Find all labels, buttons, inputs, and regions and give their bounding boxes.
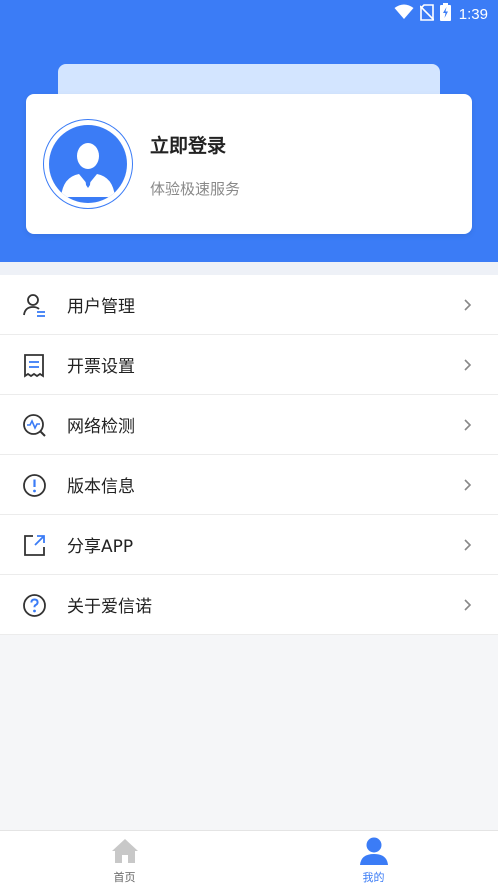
- wifi-icon: [394, 4, 414, 24]
- status-time: 1:39: [458, 5, 488, 23]
- section-divider: [0, 262, 498, 275]
- tab-home[interactable]: 首页: [0, 831, 249, 885]
- network-check-icon: [22, 413, 47, 438]
- battery-charging-icon: [439, 3, 451, 25]
- help-icon: [22, 593, 47, 618]
- menu-label: 网络检测: [67, 417, 135, 437]
- chevron-right-icon: [463, 596, 473, 614]
- chevron-right-icon: [463, 536, 473, 554]
- menu-label: 分享APP: [67, 537, 134, 557]
- menu-item-invoice-settings[interactable]: 开票设置: [0, 335, 498, 395]
- tab-label: 我的: [362, 871, 385, 884]
- header-banner: 1:39 立即登录 体验极速服务: [0, 0, 498, 262]
- settings-menu: 用户管理 开票设置 网络检测 版本信息 分享APP 关于爱信诺: [0, 275, 498, 635]
- chevron-right-icon: [463, 476, 473, 494]
- user-manage-icon: [22, 293, 47, 318]
- chevron-right-icon: [463, 356, 473, 374]
- chevron-right-icon: [463, 296, 473, 314]
- user-avatar-icon: [49, 125, 127, 203]
- menu-item-version-info[interactable]: 版本信息: [0, 455, 498, 515]
- login-subtitle: 体验极速服务: [150, 180, 241, 198]
- menu-label: 开票设置: [67, 357, 135, 377]
- menu-label: 版本信息: [67, 477, 135, 497]
- menu-item-about[interactable]: 关于爱信诺: [0, 575, 498, 635]
- no-sim-icon: [419, 3, 435, 25]
- share-icon: [22, 533, 47, 558]
- login-title[interactable]: 立即登录: [150, 131, 226, 158]
- menu-item-user-manage[interactable]: 用户管理: [0, 275, 498, 335]
- tab-mine[interactable]: 我的: [249, 831, 498, 885]
- info-icon: [22, 473, 47, 498]
- avatar[interactable]: [43, 119, 133, 209]
- tab-label: 首页: [113, 871, 136, 884]
- menu-label: 用户管理: [67, 297, 135, 317]
- invoice-icon: [22, 353, 47, 378]
- status-bar: 1:39: [0, 0, 498, 28]
- menu-item-network-check[interactable]: 网络检测: [0, 395, 498, 455]
- profile-card[interactable]: 立即登录 体验极速服务: [26, 94, 472, 234]
- bottom-tab-bar: 首页 我的: [0, 830, 498, 885]
- home-icon: [110, 836, 140, 866]
- menu-item-share-app[interactable]: 分享APP: [0, 515, 498, 575]
- chevron-right-icon: [463, 416, 473, 434]
- person-icon: [359, 836, 389, 866]
- menu-label: 关于爱信诺: [67, 597, 152, 617]
